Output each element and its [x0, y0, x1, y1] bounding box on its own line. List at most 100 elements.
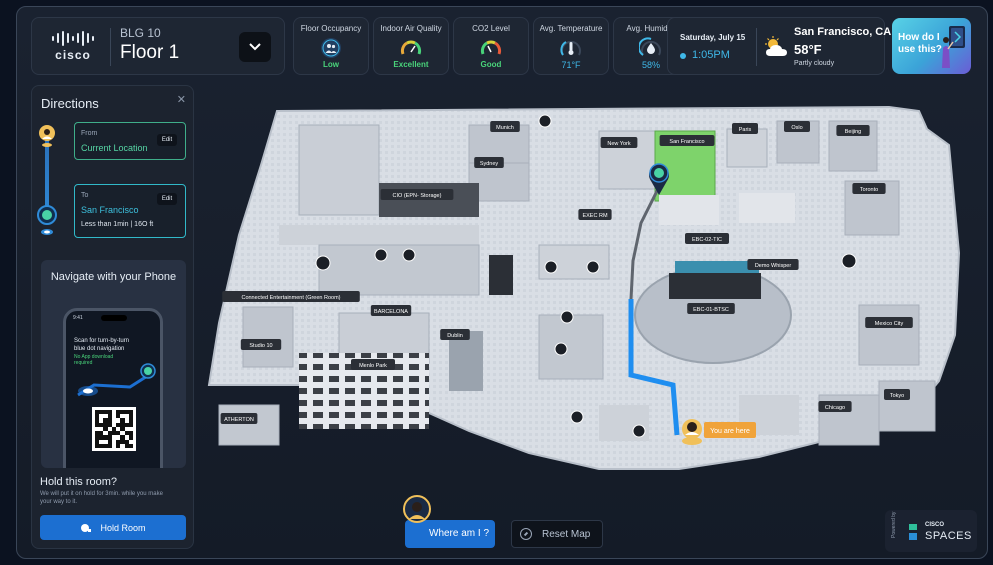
room-label[interactable]: Connected Entertainment (Green Room) [222, 291, 360, 302]
from-value: Current Location [81, 143, 148, 153]
top-bar: cisco BLG 10 Floor 1 Floor Occupancy Low… [31, 17, 981, 75]
room-label[interactable]: Munich [490, 121, 520, 132]
phone-mockup: 9:41 Scan for turn-by-turn blue dot navi… [63, 308, 163, 468]
room-label[interactable]: EBC-02-TIC [685, 233, 729, 244]
phone-navigation-card: Navigate with your Phone 9:41 Scan for t… [41, 260, 186, 468]
app-frame: cisco BLG 10 Floor 1 Floor Occupancy Low… [16, 6, 988, 559]
metric-floor-occupancy[interactable]: Floor Occupancy Low [293, 17, 369, 75]
help-label: How do I use this? [898, 32, 942, 55]
you-are-here-marker[interactable] [682, 419, 702, 445]
from-label: From [81, 130, 98, 137]
qr-code-pattern [95, 410, 133, 448]
cisco-logo: cisco [46, 30, 100, 64]
current-time: 1:05PM [692, 49, 730, 61]
metric-air-quality[interactable]: Indoor Air Quality Excellent [373, 17, 449, 75]
room-label-text: Munich [496, 125, 514, 131]
room-label-text: BARCELONA [374, 309, 408, 315]
map-pin-icon [632, 424, 646, 438]
room-label-text: CIO (EPN- Storage) [393, 193, 442, 199]
to-detail: Less than 1min | 16O ft [81, 221, 154, 228]
building-selector: cisco BLG 10 Floor 1 [31, 17, 285, 75]
hold-room-button[interactable]: Hold Room [40, 515, 186, 540]
room-label[interactable]: Tokyo [884, 389, 910, 400]
room-label[interactable]: Menlo Park [351, 359, 395, 370]
room-label[interactable]: Demo Whisper [747, 259, 799, 270]
room-label[interactable]: EXEC RM [578, 209, 612, 220]
room-label[interactable]: Mexico City [865, 317, 913, 328]
map-pin-icon [586, 260, 600, 274]
current-date: Saturday, July 15 [680, 33, 746, 42]
room-label[interactable]: EBC-01-BTSC [687, 303, 735, 314]
gauge-icon [399, 37, 423, 59]
room-label[interactable]: New York [600, 137, 638, 148]
chevron-down-icon [249, 43, 261, 51]
metric-value: 71°F [561, 60, 581, 70]
directions-title: Directions [41, 96, 99, 111]
map-pin-icon [402, 248, 416, 262]
metric-avg-temperature[interactable]: Avg. Temperature 71°F [533, 17, 609, 75]
powered-by-label: Powered by [891, 511, 897, 538]
reset-map-button[interactable]: Reset Map [511, 520, 603, 548]
room-label[interactable]: Toronto [852, 183, 886, 194]
room-label[interactable]: BARCELONA [370, 305, 412, 316]
user-avatar-icon [39, 125, 55, 147]
room-label[interactable]: Dublin [440, 329, 470, 340]
spaces-logo-icon [909, 524, 917, 540]
weather-temperature: 58°F [794, 42, 822, 57]
room-label-text: Studio 10 [249, 343, 272, 349]
room-label[interactable]: San Francisco [659, 135, 715, 146]
metric-value: Excellent [393, 60, 429, 69]
you-are-here-label: You are here [710, 428, 750, 435]
destination-pin-icon [37, 205, 57, 235]
map-pin-icon [544, 260, 558, 274]
help-button[interactable]: How do I use this? [892, 18, 971, 74]
reset-map-label: Reset Map [542, 528, 591, 540]
room-label-text: Mexico City [875, 321, 904, 327]
floor-map[interactable]: You are here Munich Sydney New York San Fra… [199, 85, 975, 505]
floor-name: Floor 1 [120, 42, 180, 63]
room-label-text: Toronto [860, 187, 878, 193]
phone-message: Scan for turn-by-turn blue dot navigatio… [74, 338, 130, 352]
people-icon [319, 37, 343, 59]
map-pin-icon [570, 410, 584, 424]
cisco-wordmark: cisco [55, 48, 91, 62]
cisco-spaces-badge: Powered by CISCO SPACES [885, 510, 977, 552]
room-label[interactable]: Oslo [784, 121, 810, 132]
where-am-i-label: Where am I ? [429, 528, 490, 539]
metric-co2-level[interactable]: CO2 Level Good [453, 17, 529, 75]
edit-to-button[interactable]: Edit [157, 193, 177, 205]
room-label[interactable]: ATHERTON [220, 413, 258, 424]
close-icon[interactable]: ✕ [177, 93, 186, 106]
room-label[interactable]: Sydney [474, 157, 504, 168]
metric-label: CO2 Level [472, 24, 510, 33]
room-label[interactable]: CIO (EPN- Storage) [380, 189, 454, 200]
room-label-text: Sydney [480, 161, 499, 167]
to-location-card[interactable]: To San Francisco Less than 1min | 16O ft… [74, 184, 186, 238]
room-label-text: Tokyo [890, 393, 904, 399]
room-label[interactable]: Beijing [836, 125, 870, 136]
from-location-card[interactable]: From Current Location Edit [74, 122, 186, 160]
map-pin-icon [560, 310, 574, 324]
thermometer-icon [559, 37, 583, 59]
hold-hand-icon [81, 523, 92, 532]
ebc-02-tic-room[interactable] [675, 261, 759, 273]
to-label: To [81, 192, 89, 199]
qr-code[interactable] [92, 407, 136, 451]
floor-dropdown-button[interactable] [239, 32, 271, 62]
room-label[interactable]: Paris [732, 123, 758, 134]
edit-from-button[interactable]: Edit [157, 134, 177, 146]
room-label-text: New York [607, 141, 630, 147]
presenter-icon [942, 26, 965, 68]
room-label-text: EBC-02-TIC [692, 237, 722, 243]
room-label-text: Beijing [845, 129, 862, 135]
map-pin-icon [374, 248, 388, 262]
room-label-text: Demo Whisper [755, 263, 792, 269]
room-label[interactable]: Chicago [818, 401, 852, 412]
spaces-brand-bottom: SPACES [925, 530, 972, 542]
hold-room-title: Hold this room? [40, 476, 118, 488]
building-name: BLG 10 [120, 26, 161, 40]
spaces-brand-top: CISCO [925, 522, 945, 528]
user-avatar-icon [403, 495, 431, 523]
room-label[interactable]: Studio 10 [240, 339, 282, 350]
droplet-icon [637, 37, 663, 59]
